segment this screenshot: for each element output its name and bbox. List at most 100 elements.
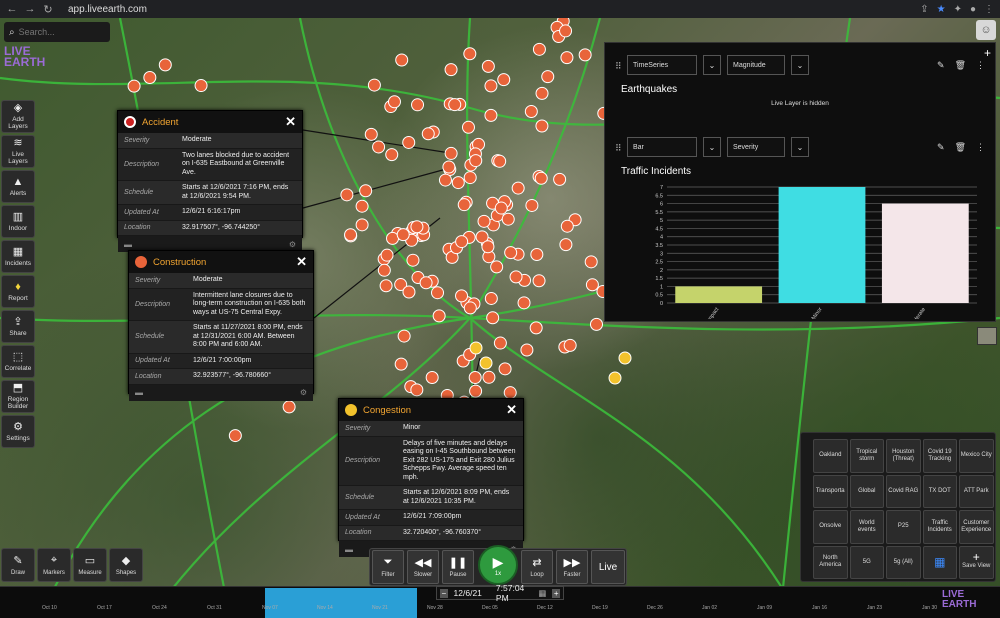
tool-settings[interactable]: ⚙ Settings xyxy=(1,415,35,448)
saved-view-att-park[interactable]: ATT Park xyxy=(959,474,994,508)
slower-button[interactable]: ◀◀ Slower xyxy=(407,550,439,584)
reload-icon[interactable]: ↻ xyxy=(42,3,54,16)
incident-marker[interactable] xyxy=(589,317,603,331)
incident-marker[interactable] xyxy=(560,51,574,65)
saved-view-covid-rag[interactable]: Covid RAG xyxy=(886,474,921,508)
delete-icon[interactable]: 🗑 xyxy=(955,60,966,71)
incident-marker[interactable] xyxy=(444,63,458,77)
incident-marker[interactable] xyxy=(490,260,504,274)
incident-marker[interactable] xyxy=(559,238,573,252)
saved-view-north-america[interactable]: North America xyxy=(813,545,848,579)
extensions-icon[interactable]: ✦ xyxy=(954,4,962,15)
incident-marker[interactable] xyxy=(530,247,544,261)
loop-button[interactable]: ⇄ Loop xyxy=(521,550,553,584)
incident-marker[interactable] xyxy=(457,198,471,212)
tool-correlate[interactable]: ⬚ Correlate xyxy=(1,345,35,378)
chevron-down-icon[interactable]: ⌄ xyxy=(791,137,809,157)
incident-marker[interactable] xyxy=(585,278,599,292)
search-box[interactable]: ⌕ xyxy=(4,22,110,42)
field-select[interactable]: Severity xyxy=(727,137,785,157)
chevron-down-icon[interactable]: ⌄ xyxy=(791,55,809,75)
chevron-down-icon[interactable]: ⌄ xyxy=(703,137,721,157)
tool-incidents[interactable]: ▦ Incidents xyxy=(1,240,35,273)
incident-marker[interactable] xyxy=(534,171,548,185)
incident-marker[interactable] xyxy=(517,296,531,310)
gear-icon[interactable]: ⚙ xyxy=(300,388,307,397)
incident-marker[interactable] xyxy=(532,42,546,56)
star-icon[interactable]: ★ xyxy=(937,4,946,15)
incident-marker[interactable] xyxy=(563,338,577,352)
incident-marker[interactable] xyxy=(419,276,433,290)
tool-report[interactable]: ♦ Report xyxy=(1,275,35,308)
tool-add-layers[interactable]: ◈ Add Layers xyxy=(1,100,35,133)
incident-marker[interactable] xyxy=(386,231,400,245)
incident-marker[interactable] xyxy=(448,98,462,112)
incident-marker[interactable] xyxy=(468,371,482,385)
minimap[interactable] xyxy=(977,327,997,345)
incident-marker[interactable] xyxy=(442,160,456,174)
incident-marker[interactable] xyxy=(228,429,242,443)
incident-marker[interactable] xyxy=(493,154,507,168)
incident-marker[interactable] xyxy=(402,285,416,299)
close-icon[interactable]: ✕ xyxy=(506,402,517,418)
play-button[interactable]: ▶ 1x xyxy=(478,545,518,585)
incident-marker[interactable] xyxy=(432,309,446,323)
incident-marker[interactable] xyxy=(481,240,495,254)
incident-marker[interactable] xyxy=(535,86,549,100)
incident-marker[interactable] xyxy=(509,270,523,284)
incident-marker[interactable] xyxy=(520,343,534,357)
save-view-button[interactable]: + Save View xyxy=(959,545,994,579)
tool-share[interactable]: ⇪ Share xyxy=(1,310,35,343)
incident-marker[interactable] xyxy=(463,171,477,185)
saved-view-global[interactable]: Global xyxy=(849,474,884,508)
live-button[interactable]: Live xyxy=(591,550,625,584)
edit-icon[interactable]: ✎ xyxy=(937,142,945,153)
incident-marker[interactable] xyxy=(410,220,424,234)
incident-marker[interactable] xyxy=(127,79,141,93)
incident-marker[interactable] xyxy=(194,79,208,93)
congestion-marker[interactable] xyxy=(479,356,493,370)
search-input[interactable] xyxy=(18,27,99,37)
incident-marker[interactable] xyxy=(411,98,425,112)
draw-button[interactable]: ✎ Draw xyxy=(1,548,35,582)
incident-marker[interactable] xyxy=(482,370,496,384)
forward-icon[interactable]: → xyxy=(24,3,36,15)
more-icon[interactable]: ⋮ xyxy=(976,142,985,153)
incident-marker[interactable] xyxy=(385,148,399,162)
incident-marker[interactable] xyxy=(455,289,469,303)
incident-marker[interactable] xyxy=(525,198,539,212)
incident-marker[interactable] xyxy=(379,279,393,293)
delete-icon[interactable]: 🗑 xyxy=(955,142,966,153)
saved-view-world-events[interactable]: World events xyxy=(849,510,884,544)
incident-marker[interactable] xyxy=(535,119,549,133)
back-icon[interactable]: ← xyxy=(6,3,18,15)
grid-view-button[interactable]: ▦ xyxy=(922,545,957,579)
incident-marker[interactable] xyxy=(367,78,381,92)
saved-view-traffic-incidents[interactable]: Traffic Incidents xyxy=(922,510,957,544)
incident-marker[interactable] xyxy=(372,140,386,154)
incident-marker[interactable] xyxy=(532,274,546,288)
chart-type-select[interactable]: TimeSeries xyxy=(627,55,697,75)
increment-button[interactable]: + xyxy=(552,588,560,598)
saved-view-customer-experience[interactable]: Customer Experience xyxy=(959,510,994,544)
incident-marker[interactable] xyxy=(143,70,157,84)
incident-marker[interactable] xyxy=(421,127,435,141)
incident-marker[interactable] xyxy=(444,146,458,160)
saved-view-transporta[interactable]: Transporta xyxy=(813,474,848,508)
markers-button[interactable]: ⌖ Markers xyxy=(37,548,71,582)
close-icon[interactable]: ✕ xyxy=(285,114,296,130)
incident-marker[interactable] xyxy=(451,176,465,190)
incident-marker[interactable] xyxy=(559,24,573,38)
incident-marker[interactable] xyxy=(340,188,354,202)
incident-marker[interactable] xyxy=(484,291,498,305)
incident-marker[interactable] xyxy=(484,79,498,93)
tool-region-builder[interactable]: ⬒ Region Builder xyxy=(1,380,35,413)
menu-icon[interactable]: ⋮ xyxy=(984,4,994,15)
incident-marker[interactable] xyxy=(584,255,598,269)
saved-view-onsolve[interactable]: Onsolve xyxy=(813,510,848,544)
faster-button[interactable]: ▶▶ Faster xyxy=(556,550,588,584)
tool-alerts[interactable]: ▲ Alerts xyxy=(1,170,35,203)
incident-marker[interactable] xyxy=(395,53,409,67)
filter-button[interactable]: ⏷ Filter xyxy=(372,550,404,584)
incident-marker[interactable] xyxy=(425,370,439,384)
